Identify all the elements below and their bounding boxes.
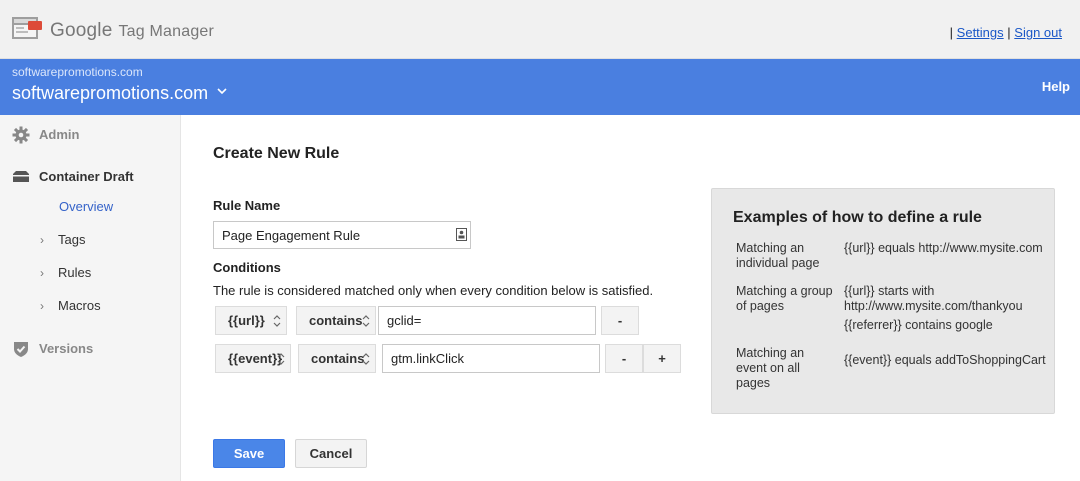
sidebar-item-tags[interactable]: › Tags [40, 232, 85, 247]
top-bar: Google Tag Manager | Settings | Sign out [0, 0, 1080, 59]
separator: | [1007, 25, 1011, 40]
conditions-description: The rule is considered matched only when… [213, 283, 654, 298]
select-arrows-icon [362, 353, 370, 365]
top-links: | Settings | Sign out [950, 25, 1062, 40]
example-label: Matching an individual page [736, 241, 820, 270]
condition-operator-select[interactable]: contains [296, 306, 376, 335]
condition-variable-select[interactable]: {{event}} [215, 344, 291, 373]
sidebar-item-label: Rules [58, 265, 92, 280]
cancel-button[interactable]: Cancel [295, 439, 367, 468]
separator: | [949, 25, 954, 40]
add-condition-button[interactable]: + [643, 344, 681, 373]
container-icon [13, 171, 29, 182]
sidebar-item-label: Container Draft [39, 169, 134, 184]
rule-name-label: Rule Name [213, 198, 281, 213]
examples-title: Examples of how to define a rule [733, 209, 982, 226]
chevron-right-icon: › [40, 266, 44, 280]
sidebar-item-label: Tags [58, 232, 86, 247]
sign-out-link[interactable]: Sign out [1014, 25, 1062, 40]
tag-manager-logo-icon [12, 17, 42, 39]
sidebar-item-macros[interactable]: › Macros [40, 298, 101, 313]
settings-link[interactable]: Settings [957, 25, 1004, 40]
remove-condition-button[interactable]: - [605, 344, 643, 373]
condition-variable-select[interactable]: {{url}} [215, 306, 287, 335]
remove-condition-button[interactable]: - [601, 306, 639, 335]
account-name: softwarepromotions.com [12, 65, 143, 79]
save-button[interactable]: Save [213, 439, 285, 468]
chevron-right-icon: › [40, 233, 44, 247]
condition-operator-select[interactable]: contains [298, 344, 376, 373]
sidebar-item-label: Macros [58, 298, 101, 313]
sidebar-item-overview[interactable]: Overview [59, 199, 113, 214]
gear-icon [12, 126, 30, 144]
brand-product: Tag Manager [118, 23, 215, 40]
example-rule: {{url}} starts with http://www.mysite.co… [844, 284, 1023, 313]
sidebar-item-label: Admin [39, 127, 80, 142]
sidebar-item-container-draft[interactable]: Container Draft [0, 165, 180, 189]
help-link[interactable]: Help [1042, 79, 1070, 94]
sidebar-item-label: Versions [39, 341, 94, 356]
chevron-right-icon: › [40, 299, 44, 313]
sidebar-item-versions[interactable]: Versions [0, 337, 180, 361]
select-arrows-icon [273, 315, 281, 327]
page-title: Create New Rule [213, 145, 340, 162]
brand-google: Google [50, 20, 113, 41]
rule-name-input[interactable] [213, 221, 471, 249]
account-bar: softwarepromotions.com softwarepromotion… [0, 59, 1080, 115]
example-label: Matching a group of pages [736, 284, 833, 313]
example-rule: {{event}} equals addToShoppingCart [844, 353, 1046, 367]
conditions-label: Conditions [213, 260, 281, 275]
select-arrows-icon [362, 315, 370, 327]
example-rule: {{referrer}} contains google [844, 318, 993, 332]
brand-title: Google Tag Manager [50, 20, 214, 42]
select-arrows-icon [277, 353, 285, 365]
chevron-down-icon[interactable] [216, 86, 228, 96]
sidebar-item-admin[interactable]: Admin [0, 123, 180, 147]
sidebar: Admin Container Draft Overview › Tags › Ru… [0, 115, 181, 481]
example-rule: {{url}} equals http://www.mysite.com [844, 241, 1043, 255]
shield-check-icon [14, 342, 28, 357]
contact-card-icon [456, 228, 467, 241]
examples-panel: Examples of how to define a rule Matchin… [711, 188, 1055, 414]
example-label: Matching an event on all pages [736, 346, 805, 390]
sidebar-item-rules[interactable]: › Rules [40, 265, 91, 280]
condition-value-input[interactable] [382, 344, 600, 373]
container-selector[interactable]: softwarepromotions.com [12, 83, 208, 104]
condition-value-input[interactable] [378, 306, 596, 335]
